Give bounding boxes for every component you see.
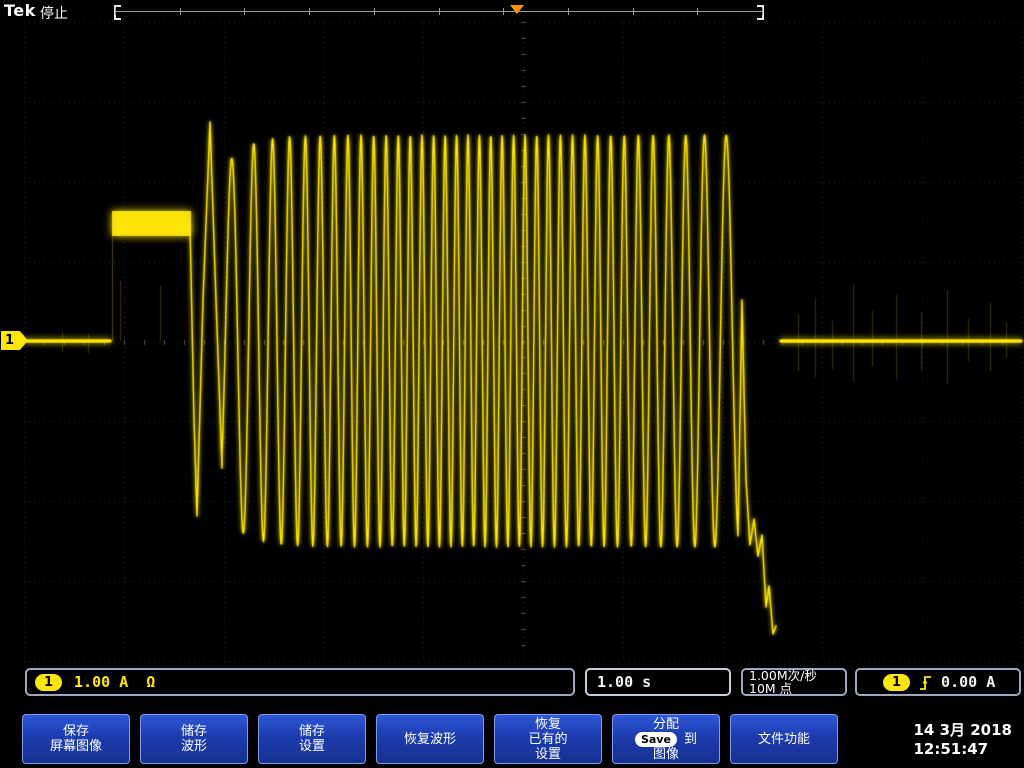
waveform-display: [0, 0, 1024, 768]
ch1-badge: 1: [35, 674, 62, 691]
record-tick: [762, 8, 763, 15]
menu-row: 保存屏幕图像储存波形储存设置恢复波形恢复已有的设置分配Save 到图像文件功能 …: [0, 711, 1024, 768]
menu-button-label: 恢复: [535, 717, 561, 732]
record-tick: [244, 8, 245, 15]
menu-button-label: 分配: [653, 717, 679, 732]
menu-button-6[interactable]: 分配Save 到图像: [612, 714, 720, 764]
acquisition-status: 停止: [40, 3, 68, 23]
menu-button-3[interactable]: 储存设置: [258, 714, 366, 764]
record-view-bar: [115, 3, 763, 19]
menu-button-label: 已有的: [528, 732, 567, 747]
record-length-value: 10M 点: [749, 682, 792, 695]
trigger-source-badge: 1: [883, 674, 910, 691]
menu-button-4[interactable]: 恢复波形: [376, 714, 484, 764]
softkey-menu: 保存屏幕图像储存波形储存设置恢复波形恢复已有的设置分配Save 到图像文件功能: [22, 714, 838, 764]
menu-button-label: 储存: [181, 724, 207, 739]
menu-button-label: 设置: [535, 747, 561, 762]
menu-button-label: 设置: [299, 739, 325, 754]
record-tick: [568, 8, 569, 15]
rising-edge-icon: [919, 674, 932, 691]
menu-button-5[interactable]: 恢复已有的设置: [494, 714, 602, 764]
save-badge: Save: [635, 732, 677, 747]
top-bar: Tek 停止: [0, 0, 1024, 22]
trigger-readout: 1 0.00 A: [855, 668, 1021, 696]
channel1-ground-label: 1: [5, 333, 14, 348]
time-value: 12:51:47: [913, 740, 1012, 759]
menu-button-label: 恢复波形: [404, 732, 456, 747]
ch1-coupling-value: Ω: [146, 673, 155, 691]
menu-button-label: 文件功能: [758, 732, 810, 747]
menu-button-label: 保存: [63, 724, 89, 739]
record-tick: [180, 8, 181, 15]
record-tick: [503, 8, 504, 15]
status-bar: 1 1.00 A Ω 1.00 s 1.00M次/秒 10M 点 1 0.00 …: [0, 667, 1024, 702]
menu-button-label: 屏幕图像: [50, 739, 102, 754]
record-tick: [697, 8, 698, 15]
timebase-value: 1.00 s: [597, 673, 651, 691]
record-tick: [309, 8, 310, 15]
trigger-level-value: 0.00 A: [941, 673, 995, 691]
record-tick: [374, 8, 375, 15]
trigger-position-marker-icon: [510, 5, 524, 14]
menu-button-label: 图像: [653, 747, 679, 762]
tek-logo: Tek: [4, 1, 36, 20]
timebase-readout: 1.00 s: [585, 668, 731, 696]
record-tick: [115, 8, 116, 15]
ch1-readout: 1 1.00 A Ω: [25, 668, 575, 696]
datetime: 14 3月 2018 12:51:47: [913, 721, 1012, 759]
acquisition-readout: 1.00M次/秒 10M 点: [741, 668, 847, 696]
menu-button-1[interactable]: 保存屏幕图像: [22, 714, 130, 764]
record-tick: [439, 8, 440, 15]
ch1-scale-value: 1.00 A: [74, 673, 128, 691]
menu-button-7[interactable]: 文件功能: [730, 714, 838, 764]
date-value: 14 3月 2018: [913, 721, 1012, 740]
oscilloscope-screen: Tek 停止 1 1 1.00 A Ω 1.00 s 1.00M次/秒 10M …: [0, 0, 1024, 768]
record-tick: [633, 8, 634, 15]
menu-button-label: 波形: [181, 739, 207, 754]
menu-button-label: Save 到: [635, 732, 697, 747]
menu-button-label: 储存: [299, 724, 325, 739]
menu-button-2[interactable]: 储存波形: [140, 714, 248, 764]
